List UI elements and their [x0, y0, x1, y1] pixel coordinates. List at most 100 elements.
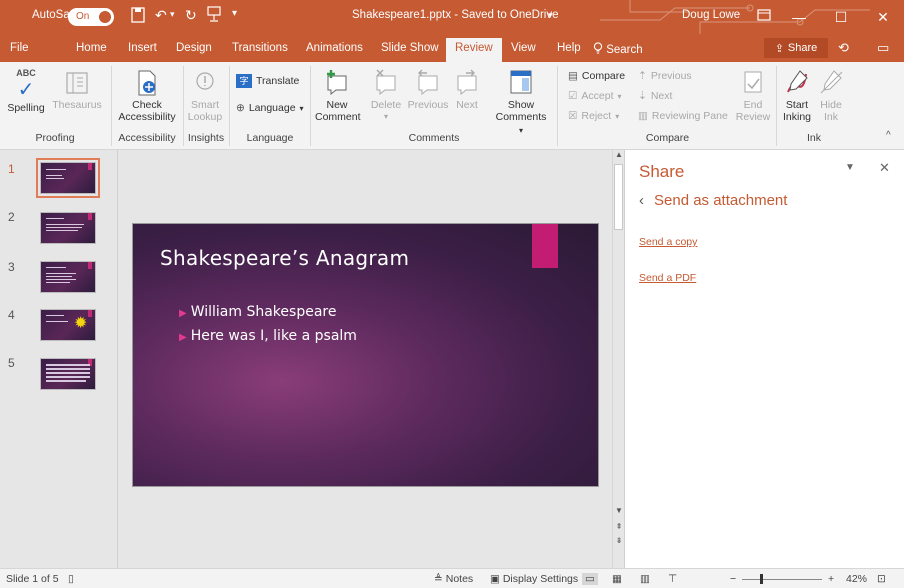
zoom-slider[interactable] — [742, 579, 822, 580]
reject-icon: ☒ — [568, 110, 578, 122]
notes-button[interactable]: ≜ Notes — [434, 573, 473, 585]
slide-show-icon[interactable]: ⊤ — [668, 573, 677, 585]
thumb-accent — [88, 163, 92, 170]
check-accessibility-button[interactable]: Check Accessibility — [114, 70, 180, 123]
reject-button[interactable]: ☒ Reject ▾ — [568, 110, 619, 122]
delete-comment-button[interactable]: Delete ▾ — [368, 68, 404, 123]
collapse-ribbon-icon[interactable]: ^ — [886, 130, 891, 141]
tab-slide-show[interactable]: Slide Show — [381, 42, 439, 54]
slide-bullet[interactable]: ▶ Here was I, like a psalm — [179, 328, 357, 344]
current-slide[interactable]: Shakespeare’s Anagram ▶ William Shakespea… — [132, 223, 599, 487]
send-as-attachment-back[interactable]: ‹ Send as attachment — [639, 192, 787, 209]
end-label-1: End — [743, 99, 763, 111]
end-review-button[interactable]: End Review — [734, 70, 772, 123]
show-comments-button[interactable]: Show Comments ▾ — [494, 68, 548, 137]
previous-comment-button[interactable]: Previous — [406, 68, 450, 111]
ribbon-tabs: File Home Insert Design Transitions Anim… — [0, 34, 904, 62]
language-button[interactable]: ⊕ Language ▾ — [236, 102, 304, 114]
vertical-scrollbar[interactable]: ▲ ▼ ⇞ ⇟ — [612, 150, 624, 568]
tab-file[interactable]: File — [10, 42, 29, 54]
scroll-up-icon[interactable]: ▲ — [614, 150, 624, 159]
scroll-thumb[interactable] — [614, 164, 623, 230]
undo-dropdown-icon[interactable]: ▾ — [170, 9, 175, 20]
slide-thumbnail-2[interactable] — [40, 212, 96, 244]
tab-home[interactable]: Home — [76, 42, 107, 54]
next-slide-icon[interactable]: ⇟ — [614, 536, 624, 545]
display-settings-button[interactable]: ▣ Display Settings — [490, 573, 578, 585]
document-title[interactable]: Shakespeare1.pptx - Saved to OneDrive — [352, 9, 558, 21]
slide-thumbnail-1[interactable] — [36, 158, 100, 198]
close-button[interactable]: ✕ — [862, 0, 904, 34]
slide-number: 1 — [8, 162, 15, 176]
tab-design[interactable]: Design — [176, 42, 212, 54]
minimize-button[interactable]: — — [778, 0, 820, 34]
accept-button[interactable]: ☑ Accept ▾ — [568, 90, 622, 102]
next-comment-button[interactable]: Next — [452, 68, 482, 111]
check-label-1: Check — [132, 99, 162, 111]
language-icon: ⊕ — [236, 102, 245, 114]
compare-button[interactable]: ▤ Compare — [568, 70, 625, 82]
group-separator — [776, 66, 777, 146]
accept-label: Accept — [581, 90, 614, 102]
back-chevron-icon: ‹ — [639, 192, 644, 209]
bullet-text: William Shakespeare — [190, 304, 337, 320]
share-label: Share — [787, 42, 818, 54]
close-pane-icon[interactable]: ✕ — [879, 160, 890, 176]
fit-to-window-icon[interactable]: ⊡ — [877, 573, 886, 585]
slide-title[interactable]: Shakespeare’s Anagram — [160, 246, 409, 270]
tab-help[interactable]: Help — [557, 42, 581, 54]
send-copy-link[interactable]: Send a copy — [639, 236, 697, 248]
zoom-level[interactable]: 42% — [846, 573, 867, 585]
thumb-line — [46, 218, 64, 219]
history-icon[interactable]: ⟲ — [838, 40, 849, 56]
previous-change-button[interactable]: ⇡ Previous — [638, 70, 692, 82]
title-dropdown-icon[interactable]: ▾ — [548, 10, 553, 21]
previous-change-label: Previous — [650, 70, 692, 82]
spelling-button[interactable]: ABC ✓ Spelling — [4, 68, 48, 114]
pane-options-icon[interactable]: ▼ — [845, 162, 855, 173]
slide-thumbnail-3[interactable] — [40, 261, 96, 293]
normal-view-icon[interactable]: ▭ — [582, 573, 598, 585]
proofing-status-icon[interactable]: ▯ — [68, 573, 74, 585]
autosave-toggle[interactable]: On — [68, 8, 114, 26]
zoom-out-icon[interactable]: − — [730, 573, 736, 585]
search-box[interactable]: Search — [593, 42, 643, 56]
thumb-line — [46, 175, 62, 176]
reading-view-icon[interactable]: ▥ — [640, 573, 650, 585]
new-comment-button[interactable]: New Comment — [315, 68, 361, 123]
next-change-button[interactable]: ⇣ Next — [638, 90, 672, 102]
save-icon[interactable] — [131, 7, 145, 26]
repeat-icon[interactable]: ↻ — [185, 7, 197, 24]
comments-icon[interactable]: ▭ — [877, 40, 889, 56]
maximize-button[interactable]: ☐ — [820, 0, 862, 34]
send-pdf-link[interactable]: Send a PDF — [639, 272, 696, 284]
zoom-slider-handle[interactable] — [760, 574, 763, 584]
slide-sorter-icon[interactable]: ▦ — [612, 573, 622, 585]
zoom-in-icon[interactable]: + — [828, 573, 834, 585]
previous-slide-icon[interactable]: ⇞ — [614, 522, 624, 531]
tab-review[interactable]: Review — [446, 38, 502, 62]
tab-animations[interactable]: Animations — [306, 42, 363, 54]
start-inking-button[interactable]: Start Inking — [780, 68, 814, 123]
tab-insert[interactable]: Insert — [128, 42, 157, 54]
hide-ink-button[interactable]: Hide Ink — [816, 68, 846, 123]
display-settings-icon: ▣ — [490, 573, 500, 585]
smart-lookup-button[interactable]: Smart Lookup — [185, 70, 225, 123]
thesaurus-button[interactable]: Thesaurus — [50, 70, 104, 111]
share-button[interactable]: ⇪ Share — [764, 38, 828, 58]
slide-thumbnail-5[interactable] — [40, 358, 96, 390]
ribbon-display-options-icon[interactable] — [757, 8, 771, 24]
slide-thumbnail-4[interactable]: ✹ — [40, 309, 96, 341]
scroll-down-icon[interactable]: ▼ — [614, 506, 624, 515]
translate-button[interactable]: 字 Translate — [236, 74, 299, 88]
slide-thumbnails-pane: 1 2 3 4 ✹ 5 — [0, 150, 118, 568]
tab-view[interactable]: View — [511, 42, 536, 54]
customize-qat-icon[interactable]: ▾ — [232, 8, 237, 19]
reviewing-pane-button[interactable]: ▥ Reviewing Pane — [638, 110, 728, 122]
start-from-beginning-icon[interactable] — [207, 6, 221, 25]
user-name[interactable]: Doug Lowe — [682, 9, 740, 21]
undo-icon[interactable]: ↶ — [155, 7, 167, 24]
spelling-label: Spelling — [7, 102, 45, 114]
slide-bullet[interactable]: ▶ William Shakespeare — [179, 304, 336, 320]
tab-transitions[interactable]: Transitions — [232, 42, 288, 54]
